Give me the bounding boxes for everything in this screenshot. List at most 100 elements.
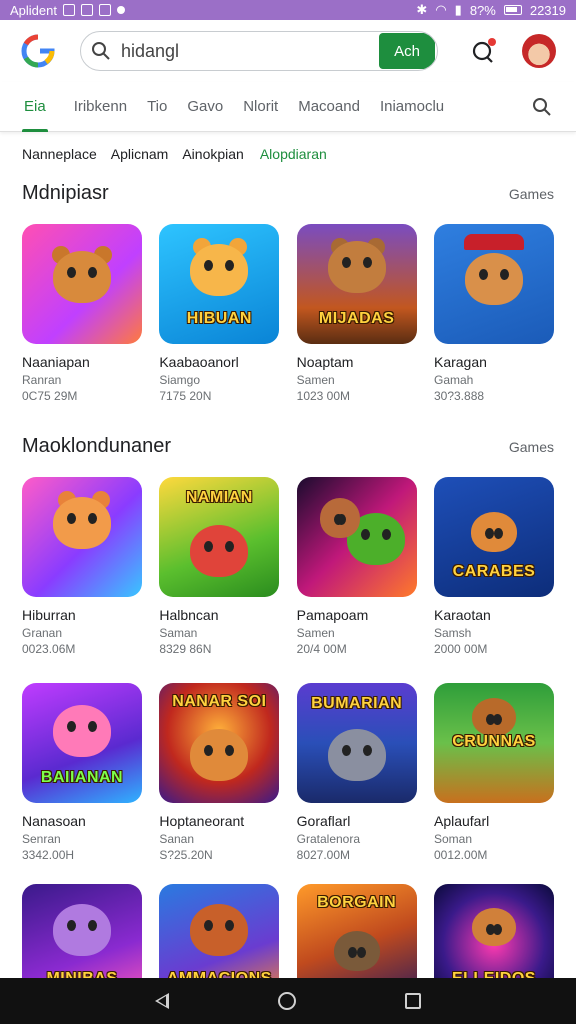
chip[interactable]: Aplicnam <box>111 146 169 162</box>
app-category: Sanan <box>159 832 195 846</box>
app-category: Senran <box>22 832 61 846</box>
app-card[interactable]: Naaniapan Ranran 0C75 29M <box>22 224 142 403</box>
search-icon <box>81 32 121 70</box>
app-category: Ranran <box>22 373 62 387</box>
notification-bell-icon[interactable] <box>468 36 498 66</box>
app-card[interactable]: CRUNNAS Aplaufarl Soman 0012.00M <box>433 683 554 862</box>
app-name: Kaabaoanorl <box>159 354 239 370</box>
tab-iniamoclu[interactable]: Iniamoclu <box>370 82 454 132</box>
back-icon[interactable] <box>154 993 169 1009</box>
section-header: Mdnipiasr Games <box>22 182 554 205</box>
app-size: 8329 86N <box>159 642 212 656</box>
app-thumbnail: HIBUAN <box>159 224 280 344</box>
app-bar: Ach <box>0 20 576 82</box>
app-thumbnail-title: CARABES <box>452 563 536 580</box>
app-card[interactable]: MIJADAS Noaptam Samen 1023 00M <box>296 224 417 403</box>
app-card[interactable]: Karagan Gamah 30?3.888 <box>433 224 554 403</box>
app-card[interactable]: NANAR SOI Hoptaneorant Sanan S?25.20N <box>159 683 280 862</box>
app-card[interactable]: Pamapoam Samen 20/4 00M <box>296 477 417 656</box>
section-header: Maoklondunaner Games <box>22 435 554 458</box>
signal-icon: ▮ <box>454 2 462 17</box>
chip[interactable]: Nanneplace <box>22 146 97 162</box>
app-thumbnail: CARABES <box>433 477 554 597</box>
app-card[interactable]: CARABES Karaotan Samsh 2000 00M <box>433 477 554 656</box>
app-thumbnail: BAIIANAN <box>22 683 142 803</box>
app-thumbnail <box>22 477 142 597</box>
app-thumbnail: CRUNNAS <box>433 683 554 803</box>
app-size: 1023 00M <box>296 389 351 403</box>
search-button[interactable]: Ach <box>379 33 435 69</box>
status-time: 22319 <box>529 2 566 18</box>
app-size: 0012.00M <box>433 848 488 862</box>
tab-tio[interactable]: Tio <box>137 82 177 132</box>
app-name: Noaptam <box>296 354 354 370</box>
app-category: Samen <box>296 626 335 640</box>
battery-percent: 8?% <box>469 2 496 18</box>
app-thumbnail <box>22 224 142 344</box>
app-category: Granan <box>22 626 63 640</box>
tab-gavo[interactable]: Gavo <box>177 82 233 132</box>
app-thumbnail: NANAR SOI <box>159 683 280 803</box>
search-icon[interactable] <box>530 95 554 119</box>
app-card[interactable]: BAIIANAN Nanasoan Senran 3342.00H <box>22 683 142 862</box>
avatar[interactable] <box>522 34 556 68</box>
section-more-link[interactable]: Games <box>509 439 554 455</box>
tab-iribkenn[interactable]: Iribkenn <box>64 82 137 132</box>
section-title: Maoklondunaner <box>22 435 171 457</box>
app-thumbnail: NAMIAN <box>159 477 280 597</box>
app-name: Nanasoan <box>22 813 86 829</box>
tab-nlorit[interactable]: Nlorit <box>233 82 288 132</box>
app-row: Hiburran Granan 0023.06M NAMIAN Halbncan… <box>22 477 554 656</box>
app-thumbnail-title: BORGAIN <box>317 894 397 911</box>
app-thumbnail <box>296 477 417 597</box>
status-app-label: Aplident <box>10 2 57 18</box>
search-input[interactable] <box>121 40 379 62</box>
app-name: Karagan <box>433 354 487 370</box>
message-icon <box>80 4 93 16</box>
app-card[interactable]: NAMIAN Halbncan Saman 8329 86N <box>159 477 280 656</box>
section-title: Mdnipiasr <box>22 182 109 204</box>
chip[interactable]: Ainokpian <box>182 146 244 162</box>
app-name: Karaotan <box>433 607 491 623</box>
app-size: 0C75 29M <box>22 389 78 403</box>
app-size: S?25.20N <box>159 848 213 862</box>
app-category: Gratalenora <box>296 832 361 846</box>
app-card[interactable]: HIBUAN Kaabaoanorl Siamgo 7175 20N <box>159 224 280 403</box>
wifi-icon: ◠ <box>435 2 447 17</box>
app-thumbnail-title: BUMARIAN <box>311 695 403 712</box>
app-card[interactable]: Hiburran Granan 0023.06M <box>22 477 142 656</box>
section-more-link[interactable]: Games <box>509 186 554 202</box>
app-thumbnail-title: NAMIAN <box>185 489 253 506</box>
notification-badge <box>488 38 496 46</box>
app-category: Soman <box>433 832 473 846</box>
app-category: Saman <box>159 626 198 640</box>
app-thumbnail-title: CRUNNAS <box>452 733 536 750</box>
app-thumbnail: MIJADAS <box>296 224 417 344</box>
vpn-icon <box>98 4 111 16</box>
app-category: Samen <box>296 373 335 387</box>
app-size: 30?3.888 <box>433 389 485 403</box>
gallery-icon <box>62 4 75 16</box>
app-size: 7175 20N <box>159 389 212 403</box>
app-size: 8027.00M <box>296 848 351 862</box>
app-name: Naaniapan <box>22 354 90 370</box>
recent-apps-icon[interactable] <box>405 993 422 1009</box>
google-play-logo-icon[interactable] <box>18 31 58 71</box>
tab-macoand[interactable]: Macoand <box>288 82 370 132</box>
tab-eia[interactable]: Eia <box>14 82 56 132</box>
app-name: Aplaufarl <box>433 813 490 829</box>
app-size: 3342.00H <box>22 848 75 862</box>
app-name: Goraflarl <box>296 813 351 829</box>
category-tabs: Eia Iribkenn Tio Gavo Nlorit Macoand Ini… <box>0 82 576 132</box>
app-row: BAIIANAN Nanasoan Senran 3342.00H NANAR … <box>22 683 554 862</box>
app-row: Naaniapan Ranran 0C75 29M HIBUAN Kaabaoa… <box>22 224 554 403</box>
status-bar: Aplident ✱ ◠ ▮ 8?% 22319 <box>0 0 576 20</box>
chip-selected[interactable]: Alopdiaran <box>260 146 327 162</box>
app-size: 2000 00M <box>433 642 488 656</box>
search-bar[interactable]: Ach <box>80 31 438 71</box>
app-name: Hoptaneorant <box>159 813 245 829</box>
notification-dot-icon <box>116 6 125 14</box>
app-thumbnail-title: BAIIANAN <box>40 769 124 786</box>
home-icon[interactable] <box>277 992 296 1010</box>
app-card[interactable]: BUMARIAN Goraflarl Gratalenora 8027.00M <box>296 683 417 862</box>
